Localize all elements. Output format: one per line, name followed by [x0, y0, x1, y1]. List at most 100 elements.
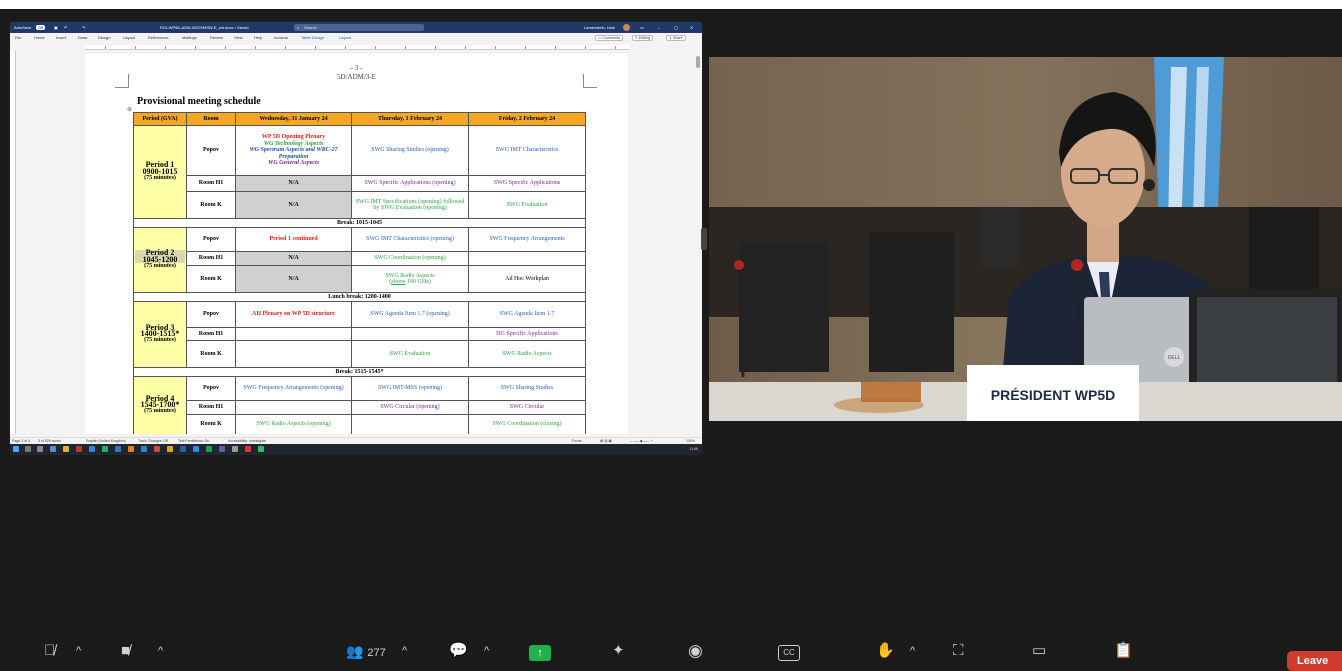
tab-references[interactable]: References: [148, 33, 168, 43]
autosave-toggle[interactable]: Off: [36, 25, 46, 30]
chat-button[interactable]: 💬: [449, 643, 468, 659]
app-icon[interactable]: [219, 446, 225, 452]
tab-design[interactable]: Design: [98, 33, 110, 43]
app-icon[interactable]: [50, 446, 56, 452]
taskbar-clock: 11:46: [689, 447, 699, 451]
save-icon[interactable]: ▣: [54, 22, 58, 33]
notes-button[interactable]: 📋: [1114, 643, 1133, 659]
app-icon[interactable]: [115, 446, 121, 452]
avatar[interactable]: [623, 24, 630, 31]
header-cell: Room: [186, 112, 236, 126]
tab-draw[interactable]: Draw: [78, 33, 87, 43]
vertical-ruler[interactable]: [10, 50, 16, 434]
zoom-app-icon[interactable]: [193, 446, 199, 452]
app-icon[interactable]: [102, 446, 108, 452]
restore-icon[interactable]: ▢: [674, 22, 678, 33]
period-cell: Period 3 1400-1515* (75 minutes): [133, 301, 187, 368]
share-button[interactable]: ⇪ Share: [666, 35, 686, 41]
tab-mailings[interactable]: Mailings: [182, 33, 197, 43]
table-row: Break: 1015-1045: [133, 218, 586, 228]
tab-insert[interactable]: Insert: [56, 33, 66, 43]
schedule-cell: [351, 414, 469, 434]
app-icon[interactable]: [245, 446, 251, 452]
table-row: Period 4 1545-1700* (75 minutes) Popov S…: [133, 376, 586, 434]
audio-options-chevron-icon[interactable]: ^: [76, 643, 81, 659]
app-icon[interactable]: [206, 446, 212, 452]
tab-home[interactable]: Home: [34, 33, 45, 43]
mute-button[interactable]: 🎙̸: [44, 643, 55, 659]
scrollbar-thumb[interactable]: [696, 56, 700, 68]
table-row: Room K SWG Radio Aspects (opening) SWG C…: [134, 414, 586, 434]
splitter-handle[interactable]: [701, 228, 707, 250]
break-row: Lunch break: 1200-1400: [133, 292, 586, 302]
room-cell: Room K: [186, 191, 236, 219]
app-icon[interactable]: [89, 446, 95, 452]
minimize-icon[interactable]: –: [658, 22, 660, 33]
video-off-icon: ■̸: [121, 642, 131, 659]
table-row: Period 1 0900-1015 (75 minutes) Popov WP…: [133, 125, 586, 219]
horizontal-ruler[interactable]: [85, 45, 630, 50]
schedule-cell: SWG IMT Characteristics: [468, 125, 586, 176]
table-move-handle-icon[interactable]: ⊕: [127, 106, 132, 113]
tab-review[interactable]: Review: [210, 33, 223, 43]
undo-icon[interactable]: ↶: [64, 22, 67, 33]
participants-button[interactable]: 👥 277: [346, 643, 386, 661]
room-cell: Room K: [186, 265, 236, 293]
task-view-icon[interactable]: [37, 446, 43, 452]
app-icon[interactable]: [167, 446, 173, 452]
app-icon[interactable]: [154, 446, 160, 452]
start-icon[interactable]: [13, 446, 19, 452]
chat-chevron-icon[interactable]: ^: [484, 643, 489, 659]
tab-table-design[interactable]: Table Design: [301, 33, 324, 43]
session-text: 100 GHz): [405, 279, 431, 285]
schedule-cell: SWG Agenda Item 1.7: [468, 301, 586, 328]
word-status-bar: Page 3 of 4 3 of 825 words English (Unit…: [10, 437, 702, 444]
leave-button[interactable]: Leave: [1287, 651, 1342, 671]
app-icon[interactable]: [76, 446, 82, 452]
schedule-cell: SWG Sharing Studies: [468, 376, 586, 401]
table-row: Room H1 N/A SWG Specific Applications (o…: [134, 175, 586, 192]
schedule-cell: SWG IMT Specifications (opening) followe…: [351, 191, 469, 219]
speaker-video[interactable]: DELL PRÉSIDENT WP5D: [709, 57, 1342, 421]
session-line: (above 100 GHz): [353, 279, 467, 285]
app-icon[interactable]: [258, 446, 264, 452]
search-box[interactable]: ⌕ Search: [294, 24, 424, 31]
zoom-window: AutoSave Off ▣ ↶ ↷ R23-WP5D-ADM-0003!!MS…: [0, 0, 1342, 671]
document-page[interactable]: - 3 - 5D/ADM/3-E ⊕ Provisional meeting s…: [85, 54, 628, 434]
app-icon[interactable]: [232, 446, 238, 452]
raise-hand-button[interactable]: ✋: [876, 643, 895, 659]
tab-help[interactable]: Help: [254, 33, 262, 43]
tab-acrobat[interactable]: Acrobat: [274, 33, 288, 43]
tab-file[interactable]: File: [15, 33, 21, 43]
comments-button[interactable]: ▭ Comments: [595, 35, 623, 41]
schedule-cell: SWG Evaluation: [351, 340, 469, 368]
reactions-chevron-icon[interactable]: ^: [910, 643, 915, 659]
video-options-chevron-icon[interactable]: ^: [158, 643, 163, 659]
search-icon[interactable]: [25, 446, 31, 452]
schedule-cell: SWG IMT Characteristics (opening): [351, 227, 469, 252]
tab-table-layout[interactable]: Layout: [339, 33, 351, 43]
top-band: [0, 0, 1342, 9]
tab-view[interactable]: View: [234, 33, 243, 43]
room-cell: Popov: [186, 227, 236, 252]
word-app-icon[interactable]: [141, 446, 147, 452]
document-filename: R23-WP5D-ADM-0003!!MSW-E_wb.docx • Saved: [160, 25, 249, 30]
stop-video-button[interactable]: ■̸: [121, 643, 130, 659]
view-button[interactable]: ▭: [1032, 643, 1046, 659]
folder-icon[interactable]: [63, 446, 69, 452]
apps-button[interactable]: ✦: [612, 643, 625, 659]
participants-chevron-icon[interactable]: ^: [402, 643, 407, 659]
app-icon[interactable]: [180, 446, 186, 452]
share-screen-button[interactable]: ↑: [529, 645, 551, 661]
ribbon-display-icon[interactable]: ▭: [640, 22, 644, 33]
table-row: Period 2 1045-1200 (75 minutes) Popov Pe…: [133, 227, 586, 293]
editing-button[interactable]: ✎ Editing: [632, 35, 654, 41]
record-button[interactable]: ◉: [688, 642, 703, 659]
period-cell: Period 1 0900-1015 (75 minutes): [133, 125, 187, 219]
app-icon[interactable]: [128, 446, 134, 452]
tab-layout[interactable]: Layout: [123, 33, 135, 43]
redo-icon[interactable]: ↷: [82, 22, 85, 33]
captions-button[interactable]: CC: [778, 645, 800, 661]
focus-view-button[interactable]: ⛶: [953, 643, 964, 659]
close-icon[interactable]: ✕: [690, 22, 693, 33]
